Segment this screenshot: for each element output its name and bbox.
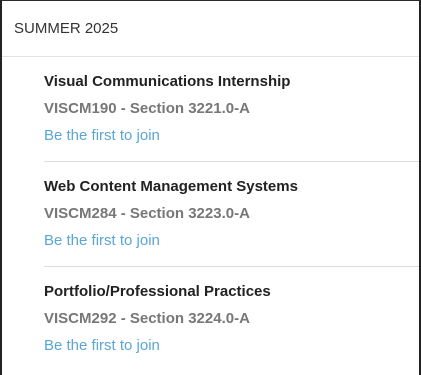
course-item-viscm190: Visual Communications Internship VISCM19… (44, 57, 419, 162)
join-link-viscm284[interactable]: Be the first to join (44, 232, 160, 250)
course-title: Portfolio/Professional Practices (44, 283, 271, 300)
course-list: Visual Communications Internship VISCM19… (2, 57, 419, 371)
course-title: Visual Communications Internship (44, 73, 291, 90)
join-link-viscm292[interactable]: Be the first to join (44, 337, 160, 355)
term-header: SUMMER 2025 (2, 1, 419, 57)
term-label: SUMMER 2025 (14, 20, 119, 37)
course-section: VISCM284 - Section 3223.0-A (44, 205, 250, 222)
join-link-viscm190[interactable]: Be the first to join (44, 127, 160, 145)
course-section: VISCM292 - Section 3224.0-A (44, 310, 250, 327)
term-panel: SUMMER 2025 Visual Communications Intern… (0, 0, 421, 375)
course-section: VISCM190 - Section 3221.0-A (44, 100, 250, 117)
course-item-viscm292: Portfolio/Professional Practices VISCM29… (44, 267, 419, 371)
course-title: Web Content Management Systems (44, 178, 298, 195)
course-item-viscm284: Web Content Management Systems VISCM284 … (44, 162, 419, 267)
